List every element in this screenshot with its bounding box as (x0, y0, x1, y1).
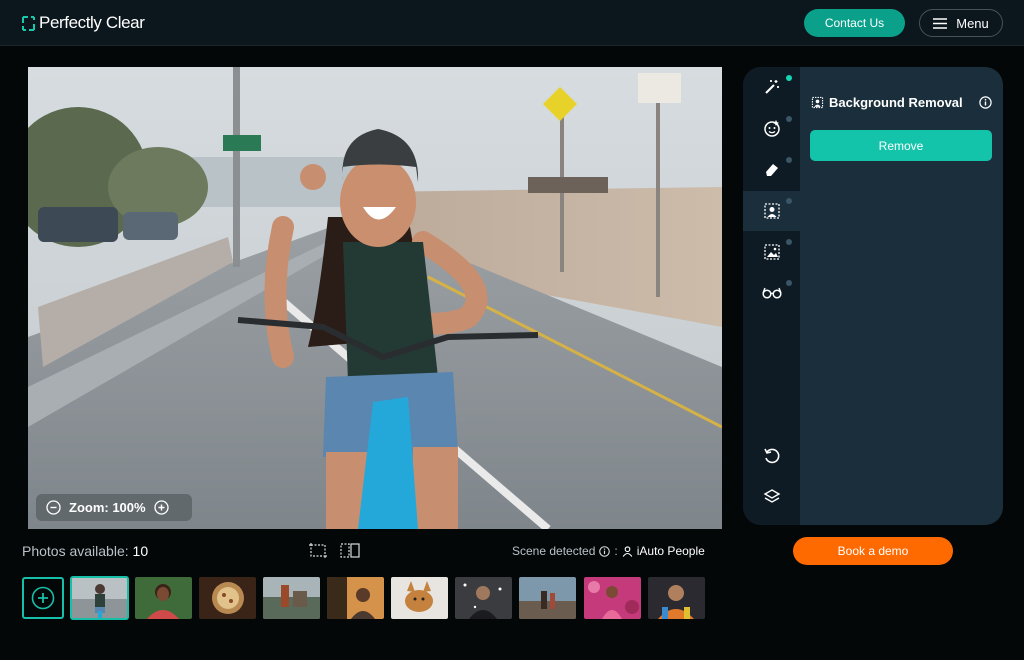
portrait-select-icon (811, 96, 824, 109)
thumbnail-dog[interactable] (391, 577, 448, 619)
tool-eyes[interactable] (743, 273, 800, 313)
tool-status-dot (786, 75, 792, 81)
thumbnail-city-aerial[interactable] (263, 577, 320, 619)
scene-separator: : (614, 544, 618, 558)
main-photo[interactable]: Zoom: 100% (28, 67, 722, 529)
tool-undo[interactable] (743, 436, 800, 476)
photos-available: Photos available: 10 (22, 543, 148, 559)
thumbnail-colorful-portrait[interactable] (648, 577, 705, 619)
tool-background-removal[interactable] (743, 191, 800, 231)
view-toggle (308, 542, 360, 559)
zoom-control: Zoom: 100% (36, 494, 192, 521)
tool-status-dot (786, 198, 792, 204)
menu-button[interactable]: Menu (919, 9, 1003, 37)
hamburger-icon (933, 17, 948, 29)
logo[interactable]: Perfectly Clear (22, 13, 145, 33)
tool-status-dot (786, 157, 792, 163)
logo-mark-icon (22, 15, 35, 31)
person-icon (622, 545, 632, 557)
scene-detected: Scene detected : iAuto People (512, 544, 705, 558)
photos-available-label: Photos available: (22, 543, 129, 559)
image-select-icon (763, 244, 780, 260)
portrait-select-icon (763, 203, 780, 219)
tool-status-dot (786, 239, 792, 245)
undo-icon (763, 448, 779, 464)
tool-image-select[interactable] (743, 232, 800, 272)
photo-canvas (28, 67, 722, 529)
info-icon[interactable] (599, 545, 611, 557)
zoom-level: Zoom: 100% (69, 500, 146, 515)
zoom-in-icon[interactable] (153, 500, 169, 515)
photos-count: 10 (132, 543, 149, 559)
menu-label: Menu (956, 15, 989, 31)
tool-sidebar (743, 67, 800, 525)
tool-status-dot (786, 116, 792, 122)
panel-title: Background Removal (811, 95, 963, 110)
tool-layers[interactable] (743, 477, 800, 517)
top-header: Perfectly Clear Contact Us Menu (0, 0, 1024, 46)
eraser-icon (765, 164, 778, 176)
tool-face-retouch[interactable] (743, 108, 800, 148)
info-icon[interactable] (979, 96, 992, 109)
crop-view-icon[interactable] (308, 542, 328, 559)
scene-value: iAuto People (636, 544, 705, 558)
contact-us-button[interactable]: Contact Us (804, 9, 905, 37)
compare-view-icon[interactable] (340, 542, 360, 559)
logo-text: Perfectly Clear (39, 13, 145, 32)
thumbnail-cyclist[interactable] (70, 576, 129, 620)
thumbnail-beach-people[interactable] (519, 577, 576, 619)
magic-wand-icon (764, 80, 779, 94)
tool-status-dot (786, 280, 792, 286)
tool-magic-wand[interactable] (743, 67, 800, 107)
add-photo-button[interactable] (22, 577, 64, 619)
remove-background-button[interactable]: Remove (810, 130, 992, 161)
thumbnail-food-bowl[interactable] (199, 577, 256, 619)
thumbnail-flower-portrait[interactable] (584, 577, 641, 619)
thumbnail-portrait-woman[interactable] (135, 577, 192, 619)
layers-icon (763, 489, 780, 503)
tool-eraser[interactable] (743, 149, 800, 189)
thumbnail-snow-portrait[interactable] (455, 577, 512, 619)
adjustment-panel: Background Removal Remove (743, 67, 1003, 525)
zoom-out-icon[interactable] (46, 500, 61, 515)
book-demo-button[interactable]: Book a demo (793, 537, 953, 565)
plus-circle-icon (31, 586, 55, 610)
face-retouch-icon (763, 120, 780, 137)
glasses-icon (761, 287, 782, 299)
scene-label: Scene detected (512, 544, 596, 558)
panel-title-text: Background Removal (829, 95, 963, 110)
thumbnail-sunset-portrait[interactable] (327, 577, 384, 619)
